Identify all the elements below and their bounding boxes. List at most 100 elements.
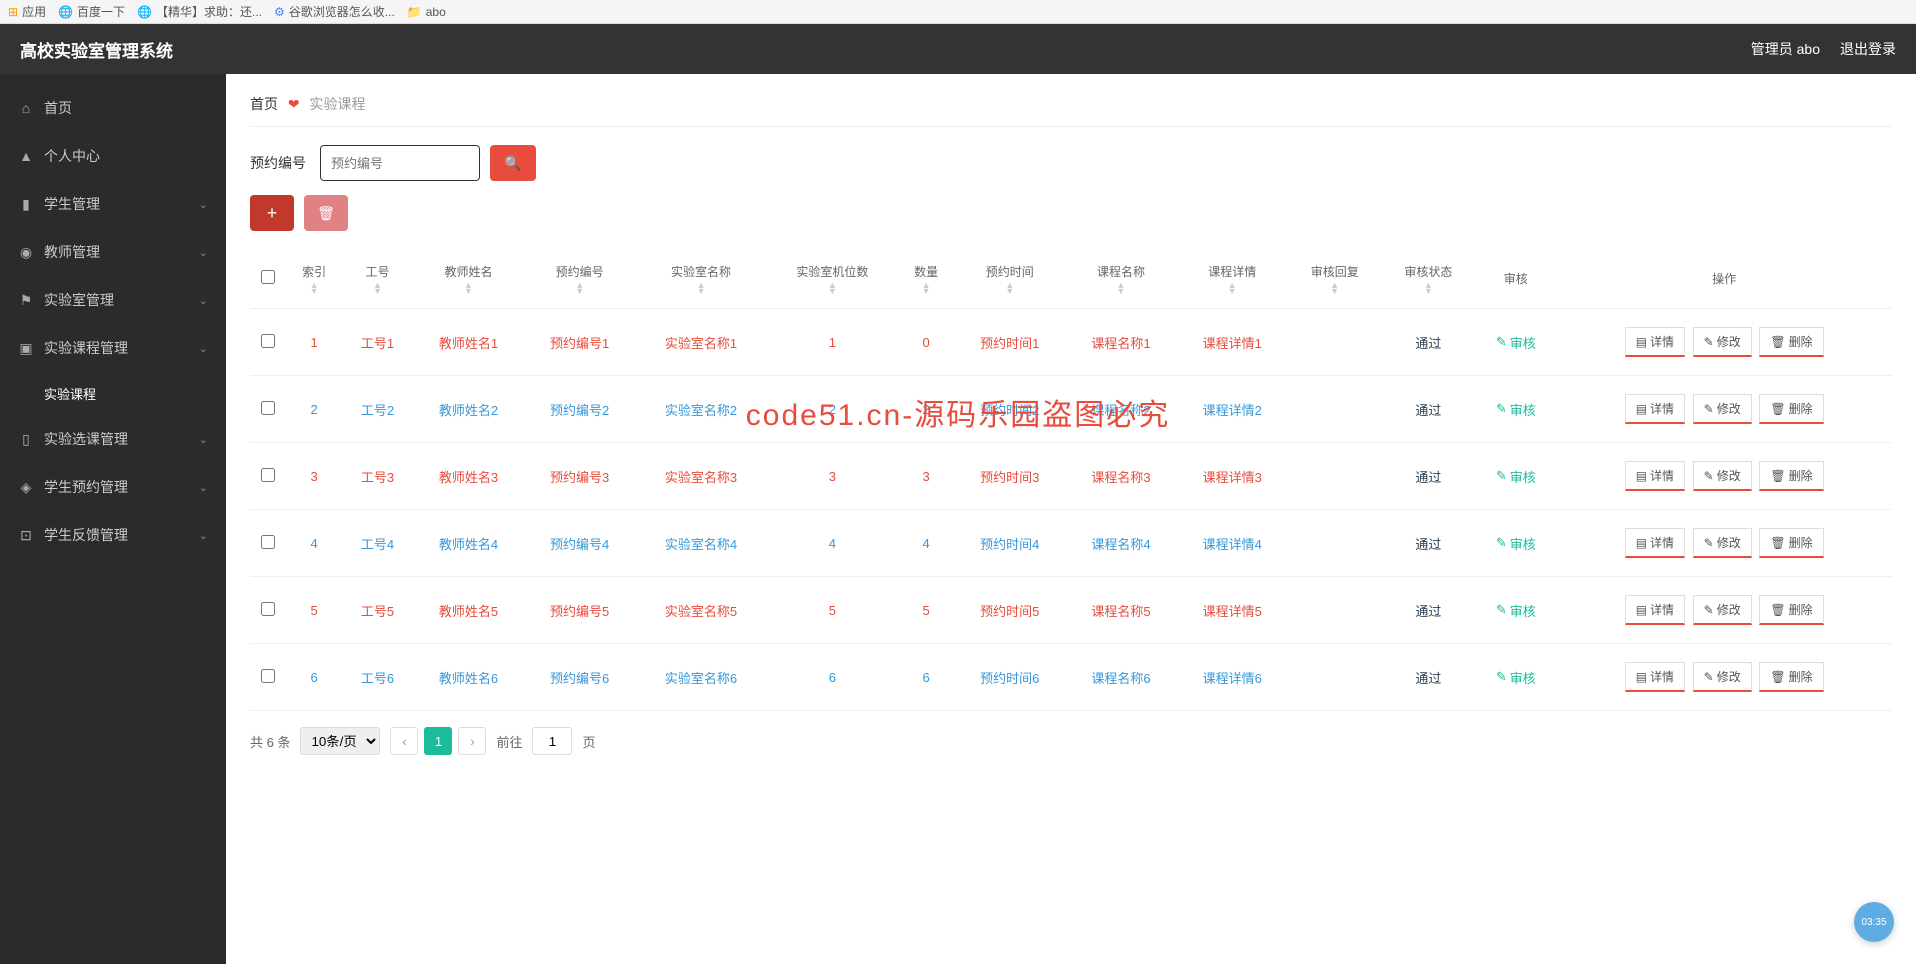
cell-detail[interactable]: 课程详情3 xyxy=(1177,443,1288,510)
page-size-select[interactable]: 10条/页 xyxy=(300,727,380,755)
cell-yuyue[interactable]: 预约编号1 xyxy=(524,309,635,376)
breadcrumb-home[interactable]: 首页 xyxy=(250,96,278,112)
audit-link[interactable]: ✎ 审核 xyxy=(1496,668,1536,687)
row-checkbox[interactable] xyxy=(261,468,275,482)
cell-time[interactable]: 预约时间4 xyxy=(954,510,1065,577)
column-header[interactable]: 课程详情▲▼ xyxy=(1177,249,1288,309)
cell-lab[interactable]: 实验室名称1 xyxy=(635,309,767,376)
row-checkbox[interactable] xyxy=(261,602,275,616)
audit-link[interactable]: ✎ 审核 xyxy=(1496,333,1536,352)
column-header[interactable]: 预约编号▲▼ xyxy=(524,249,635,309)
bookmark-apps[interactable]: ⊞应用 xyxy=(8,3,46,20)
search-button[interactable]: 🔍 xyxy=(490,145,536,181)
cell-gonghao[interactable]: 工号4 xyxy=(342,510,413,577)
audit-link[interactable]: ✎ 审核 xyxy=(1496,400,1536,419)
time-badge[interactable]: 03:35 xyxy=(1854,902,1894,942)
admin-label[interactable]: 管理员 abo xyxy=(1751,39,1820,59)
sidebar-item-个人中心[interactable]: ▲个人中心 xyxy=(0,132,226,180)
delete-row-button[interactable]: 🗑 删除 xyxy=(1759,662,1823,692)
sidebar-item-教师管理[interactable]: ◉教师管理⌄ xyxy=(0,228,226,276)
cell-yuyue[interactable]: 预约编号5 xyxy=(524,577,635,644)
prev-page-button[interactable]: ‹ xyxy=(390,727,418,755)
detail-button[interactable]: ▤ 详情 xyxy=(1625,461,1685,491)
next-page-button[interactable]: › xyxy=(458,727,486,755)
cell-gonghao[interactable]: 工号6 xyxy=(342,644,413,711)
delete-row-button[interactable]: 🗑 删除 xyxy=(1759,394,1823,424)
delete-row-button[interactable]: 🗑 删除 xyxy=(1759,595,1823,625)
cell-detail[interactable]: 课程详情2 xyxy=(1177,376,1288,443)
cell-time[interactable]: 预约时间6 xyxy=(954,644,1065,711)
cell-teacher[interactable]: 教师姓名5 xyxy=(413,577,524,644)
edit-button[interactable]: ✎ 修改 xyxy=(1693,662,1752,692)
sidebar-item-学生反馈管理[interactable]: ⊡学生反馈管理⌄ xyxy=(0,511,226,559)
cell-time[interactable]: 预约时间5 xyxy=(954,577,1065,644)
bookmark-baidu[interactable]: 🌐百度一下 xyxy=(58,3,125,20)
audit-link[interactable]: ✎ 审核 xyxy=(1496,534,1536,553)
column-header[interactable]: 索引▲▼ xyxy=(286,249,342,309)
cell-teacher[interactable]: 教师姓名1 xyxy=(413,309,524,376)
edit-button[interactable]: ✎ 修改 xyxy=(1693,595,1752,625)
sidebar-item-实验室管理[interactable]: ⚑实验室管理⌄ xyxy=(0,276,226,324)
column-header[interactable]: 教师姓名▲▼ xyxy=(413,249,524,309)
sidebar-item-学生管理[interactable]: ▮学生管理⌄ xyxy=(0,180,226,228)
cell-detail[interactable]: 课程详情1 xyxy=(1177,309,1288,376)
cell-yuyue[interactable]: 预约编号3 xyxy=(524,443,635,510)
detail-button[interactable]: ▤ 详情 xyxy=(1625,662,1685,692)
cell-detail[interactable]: 课程详情4 xyxy=(1177,510,1288,577)
cell-time[interactable]: 预约时间1 xyxy=(954,309,1065,376)
cell-detail[interactable]: 课程详情6 xyxy=(1177,644,1288,711)
cell-lab[interactable]: 实验室名称4 xyxy=(635,510,767,577)
cell-yuyue[interactable]: 预约编号6 xyxy=(524,644,635,711)
sidebar-item-首页[interactable]: ⌂首页 xyxy=(0,84,226,132)
detail-button[interactable]: ▤ 详情 xyxy=(1625,394,1685,424)
audit-link[interactable]: ✎ 审核 xyxy=(1496,467,1536,486)
cell-teacher[interactable]: 教师姓名2 xyxy=(413,376,524,443)
detail-button[interactable]: ▤ 详情 xyxy=(1625,595,1685,625)
cell-yuyue[interactable]: 预约编号4 xyxy=(524,510,635,577)
column-header[interactable]: 工号▲▼ xyxy=(342,249,413,309)
cell-gonghao[interactable]: 工号2 xyxy=(342,376,413,443)
cell-lab[interactable]: 实验室名称2 xyxy=(635,376,767,443)
goto-page-input[interactable] xyxy=(532,727,572,755)
sidebar-item-实验选课管理[interactable]: ▯实验选课管理⌄ xyxy=(0,415,226,463)
column-header[interactable]: 审核状态▲▼ xyxy=(1382,249,1476,309)
edit-button[interactable]: ✎ 修改 xyxy=(1693,461,1752,491)
logout-link[interactable]: 退出登录 xyxy=(1840,39,1896,59)
column-header[interactable]: 实验室机位数▲▼ xyxy=(767,249,898,309)
column-header[interactable]: 数量▲▼ xyxy=(898,249,954,309)
cell-time[interactable]: 预约时间3 xyxy=(954,443,1065,510)
column-header[interactable]: 预约时间▲▼ xyxy=(954,249,1065,309)
cell-gonghao[interactable]: 工号3 xyxy=(342,443,413,510)
row-checkbox[interactable] xyxy=(261,401,275,415)
row-checkbox[interactable] xyxy=(261,334,275,348)
detail-button[interactable]: ▤ 详情 xyxy=(1625,327,1685,357)
cell-lab[interactable]: 实验室名称3 xyxy=(635,443,767,510)
cell-teacher[interactable]: 教师姓名4 xyxy=(413,510,524,577)
cell-teacher[interactable]: 教师姓名6 xyxy=(413,644,524,711)
column-header[interactable]: 课程名称▲▼ xyxy=(1065,249,1176,309)
cell-yuyue[interactable]: 预约编号2 xyxy=(524,376,635,443)
cell-lab[interactable]: 实验室名称5 xyxy=(635,577,767,644)
row-checkbox[interactable] xyxy=(261,535,275,549)
audit-link[interactable]: ✎ 审核 xyxy=(1496,601,1536,620)
cell-time[interactable]: 预约时间2 xyxy=(954,376,1065,443)
select-all-checkbox[interactable] xyxy=(261,270,275,284)
search-input[interactable] xyxy=(320,145,480,181)
sidebar-subitem-实验课程[interactable]: 实验课程 xyxy=(0,372,226,415)
sidebar-item-学生预约管理[interactable]: ◈学生预约管理⌄ xyxy=(0,463,226,511)
cell-gonghao[interactable]: 工号1 xyxy=(342,309,413,376)
bookmark-jinghua[interactable]: 🌐【精华】求助：还... xyxy=(137,3,262,20)
bookmark-abo[interactable]: 📁abo xyxy=(407,5,446,19)
cell-detail[interactable]: 课程详情5 xyxy=(1177,577,1288,644)
edit-button[interactable]: ✎ 修改 xyxy=(1693,327,1752,357)
column-header[interactable]: 实验室名称▲▼ xyxy=(635,249,767,309)
page-number-button[interactable]: 1 xyxy=(424,727,452,755)
sidebar-item-实验课程管理[interactable]: ▣实验课程管理⌄ xyxy=(0,324,226,372)
edit-button[interactable]: ✎ 修改 xyxy=(1693,394,1752,424)
edit-button[interactable]: ✎ 修改 xyxy=(1693,528,1752,558)
cell-course[interactable]: 课程名称3 xyxy=(1065,443,1176,510)
delete-row-button[interactable]: 🗑 删除 xyxy=(1759,327,1823,357)
bookmark-google[interactable]: ⚙谷歌浏览器怎么收... xyxy=(274,3,395,20)
detail-button[interactable]: ▤ 详情 xyxy=(1625,528,1685,558)
cell-course[interactable]: 课程名称2 xyxy=(1065,376,1176,443)
